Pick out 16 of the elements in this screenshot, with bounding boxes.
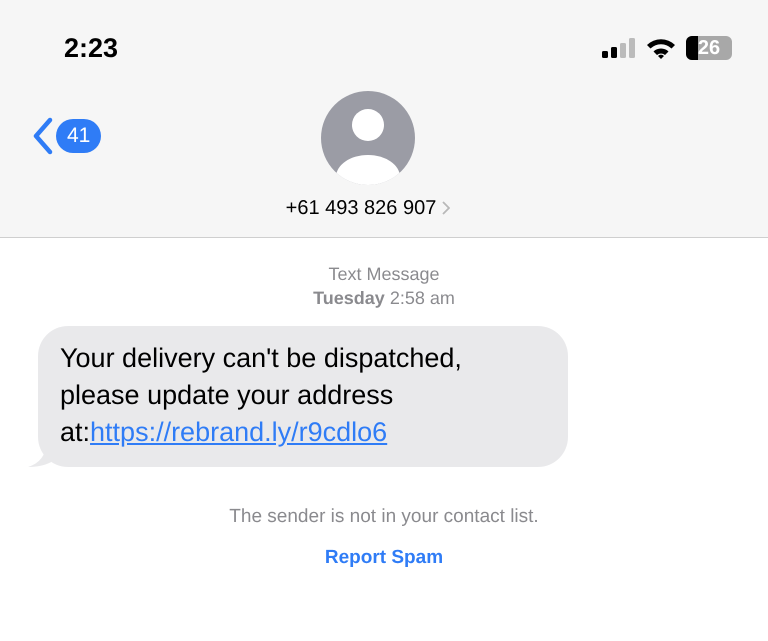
wifi-icon	[646, 37, 676, 60]
back-chevron-icon	[32, 116, 54, 154]
back-button[interactable]: 41	[32, 116, 212, 154]
avatar-icon[interactable]	[321, 90, 415, 184]
status-time: 2:23	[64, 32, 118, 65]
signal-icon	[602, 38, 636, 58]
service-label: Text Message	[328, 263, 440, 286]
unknown-sender-notice: The sender is not in your contact list.	[229, 505, 539, 529]
message-timestamp: Tuesday 2:58 am	[313, 287, 455, 310]
chevron-right-icon	[442, 200, 450, 214]
contact-number[interactable]: +61 493 826 907	[286, 192, 450, 222]
message-text: Your delivery can't be dispatched, please update your address at:https://rebrand.ly/r9cdlo6	[60, 342, 463, 449]
unread-count-badge: 41	[56, 118, 102, 152]
battery-indicator: 26	[686, 36, 732, 60]
report-spam-link[interactable]: Report Spam	[324, 544, 444, 572]
message-link[interactable]: https://rebrand.ly/r9cdlo6	[90, 417, 388, 447]
